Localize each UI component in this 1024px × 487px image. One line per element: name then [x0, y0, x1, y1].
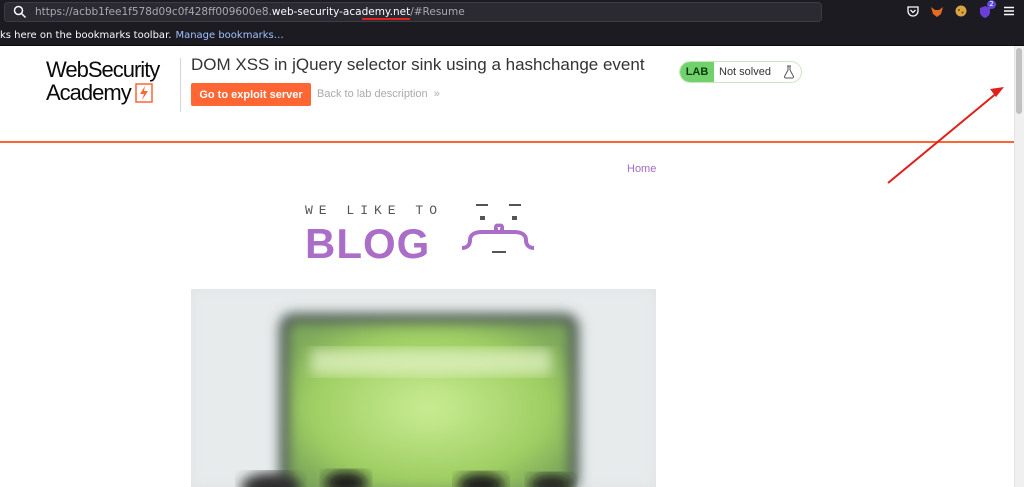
- lab-header: WebSecurity Academy DOM XSS in jQuery se…: [0, 46, 1014, 143]
- bookmarks-hint: ks here on the bookmarks toolbar.: [0, 29, 172, 41]
- page-scrollbar[interactable]: [1014, 46, 1024, 487]
- logo-line-2: Academy: [46, 81, 180, 105]
- blog-logo: WE LIKE TO BLOG: [305, 203, 545, 268]
- browser-toolbar: https://acbb1fee1f578d09c0f428ff009600e8…: [0, 0, 1024, 25]
- hamburger-menu-icon[interactable]: [1002, 4, 1016, 18]
- address-bar[interactable]: https://acbb1fee1f578d09c0f428ff009600e8…: [4, 2, 822, 22]
- double-chevron-icon: »: [433, 88, 440, 100]
- lab-badge: LAB: [680, 62, 714, 82]
- logo-line-2-text: Academy: [46, 80, 132, 105]
- url-hash: /#Resume: [410, 6, 465, 18]
- page-viewport: WebSecurity Academy DOM XSS in jQuery se…: [0, 46, 1024, 487]
- search-icon: [13, 5, 27, 19]
- blog-hero-image[interactable]: [191, 289, 656, 487]
- url-prefix: https://acbb1fee1f578d09c0f428ff009600e8…: [35, 6, 272, 18]
- lab-status-text: Not solved: [719, 66, 771, 78]
- fox-extension-icon[interactable]: [930, 4, 944, 18]
- pocket-icon[interactable]: [906, 4, 920, 18]
- scrollbar-thumb[interactable]: [1016, 48, 1022, 114]
- red-underline-annotation: [362, 18, 410, 20]
- lab-title: DOM XSS in jQuery selector sink using a …: [191, 55, 645, 74]
- lab-status-widget: LAB Not solved: [679, 61, 802, 83]
- blurred-tv-photo: [191, 289, 656, 487]
- toolbar-icons: 2: [906, 0, 1016, 18]
- academy-logo[interactable]: WebSecurity Academy: [46, 59, 180, 111]
- blog-wordmark: BLOG: [305, 220, 431, 267]
- bookmarks-toolbar: ks here on the bookmarks toolbar. Manage…: [0, 25, 1024, 46]
- curly-brace-face-icon: [461, 204, 535, 253]
- shield-extension-icon[interactable]: 2: [978, 0, 996, 18]
- url-text: https://acbb1fee1f578d09c0f428ff009600e8…: [35, 6, 465, 18]
- go-to-exploit-server-button[interactable]: Go to exploit server: [191, 83, 311, 106]
- url-domain: web-security-academy.net: [271, 6, 411, 18]
- home-link[interactable]: Home: [627, 163, 656, 175]
- flask-icon: [783, 65, 795, 79]
- cookie-extension-icon[interactable]: [954, 4, 968, 18]
- logo-line-1: WebSecurity: [46, 57, 160, 82]
- logo-divider: [180, 58, 181, 112]
- manage-bookmarks-link[interactable]: Manage bookmarks…: [175, 30, 283, 41]
- extension-badge: 2: [987, 0, 996, 9]
- back-to-lab-description-link[interactable]: Back to lab description »: [317, 88, 440, 100]
- lightning-bolt-icon: [134, 83, 153, 103]
- back-link-label: Back to lab description: [317, 88, 428, 100]
